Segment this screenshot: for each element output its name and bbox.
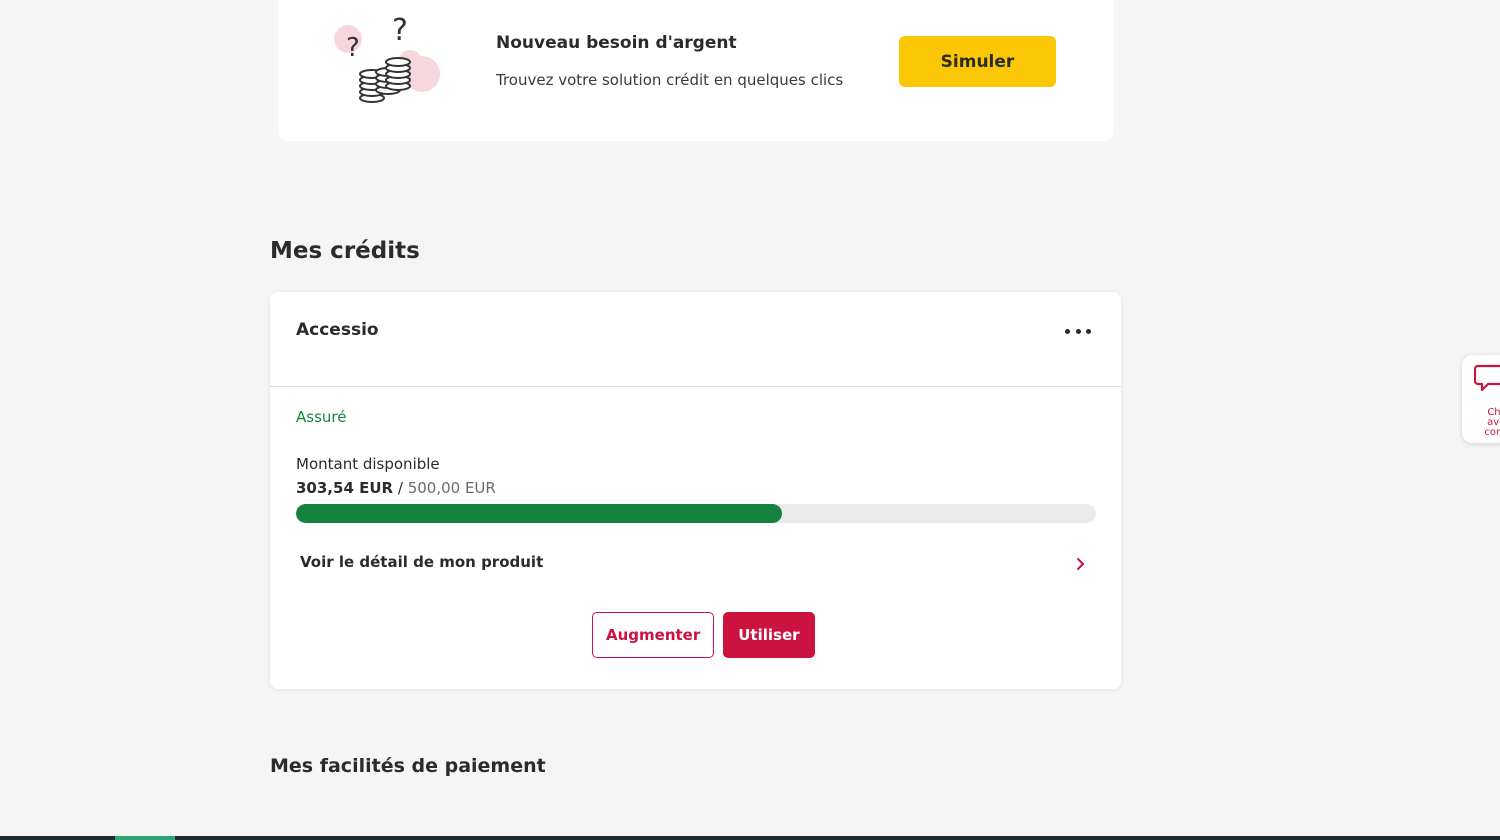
payment-facilities-title: Mes facilités de paiement (270, 755, 546, 777)
svg-text:?: ? (392, 14, 408, 48)
use-button[interactable]: Utiliser (723, 612, 815, 658)
product-detail-link[interactable]: Voir le détail de mon produit (296, 544, 1096, 580)
increase-button[interactable]: Augmenter (592, 612, 715, 658)
amount-line: 303,54 EUR / 500,00 EUR (296, 479, 496, 497)
available-amount-label: Montant disponible (296, 455, 440, 473)
more-horizontal-icon[interactable] (1065, 324, 1091, 338)
amount-current: 303,54 EUR (296, 479, 394, 497)
bottom-bar (0, 836, 1500, 840)
chat-widget[interactable]: Chat avec conse (1462, 355, 1500, 443)
simulate-button[interactable]: Simuler (899, 36, 1056, 87)
available-progress-fill (296, 504, 782, 523)
chat-bubble-icon (1474, 364, 1500, 392)
promo-subtitle: Trouvez votre solution crédit en quelque… (496, 71, 844, 89)
bottom-bar-accent (115, 836, 175, 840)
credit-product-name: Accessio (296, 320, 379, 340)
insured-status: Assuré (296, 408, 347, 426)
credit-actions: Augmenter Utiliser (592, 612, 815, 658)
chat-widget-label: Chat avec conse (1469, 408, 1500, 438)
chevron-right-icon (1077, 558, 1084, 570)
amount-total: 500,00 EUR (407, 479, 496, 497)
product-detail-label: Voir le détail de mon produit (300, 553, 544, 571)
page: ? ? Nouveau besoin d'argent Trouvez votr… (0, 0, 1500, 840)
credit-card: Accessio Assuré Montant disponible 303,5… (270, 292, 1121, 689)
credit-card-header: Accessio (270, 292, 1121, 387)
available-progress-bar (296, 504, 1096, 523)
svg-text:?: ? (346, 33, 360, 63)
amount-separator: / (393, 479, 408, 497)
chat-label-line-3: conse (1484, 427, 1500, 438)
promo-title: Nouveau besoin d'argent (496, 33, 737, 53)
coins-question-icon: ? ? (334, 14, 440, 103)
credits-section-title: Mes crédits (270, 238, 420, 264)
